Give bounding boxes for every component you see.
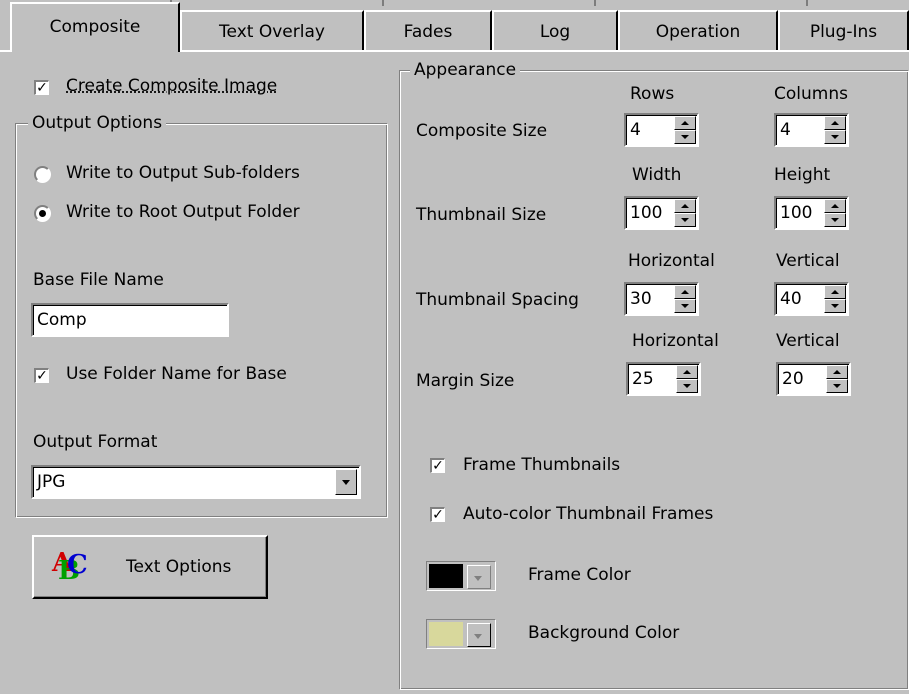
spacing-horizontal-stepper[interactable]: 30 bbox=[624, 282, 699, 316]
spacing-vertical-up-icon[interactable] bbox=[824, 285, 846, 299]
thumbnail-size-label: Thumbnail Size bbox=[416, 205, 547, 225]
create-composite-label[interactable]: Create Composite Image bbox=[66, 76, 277, 96]
margin-horizontal-header: Horizontal bbox=[632, 331, 719, 351]
tab-plug-ins[interactable]: Plug-Ins bbox=[778, 10, 909, 50]
columns-spin-buttons bbox=[824, 116, 846, 144]
background-color-swatch bbox=[429, 622, 463, 646]
frame-color-label: Frame Color bbox=[528, 565, 631, 585]
output-options-title: Output Options bbox=[28, 113, 167, 133]
rows-header: Rows bbox=[630, 84, 675, 104]
output-format-label: Output Format bbox=[33, 432, 158, 452]
width-down-icon[interactable] bbox=[674, 213, 696, 227]
height-header: Height bbox=[774, 165, 831, 185]
create-composite-checkbox[interactable]: ✓ bbox=[34, 80, 49, 95]
frame-thumbnails-label[interactable]: Frame Thumbnails bbox=[463, 455, 620, 475]
chevron-down-icon[interactable] bbox=[467, 565, 491, 589]
spacing-vertical-down-icon[interactable] bbox=[824, 299, 846, 313]
spacing-horizontal-header: Horizontal bbox=[628, 251, 715, 271]
margin-size-label: Margin Size bbox=[416, 371, 515, 391]
margin-horizontal-up-icon[interactable] bbox=[676, 365, 698, 379]
output-format-select[interactable]: JPG bbox=[31, 465, 361, 499]
margin-vertical-header: Vertical bbox=[776, 331, 840, 351]
tab-operation[interactable]: Operation bbox=[618, 10, 778, 50]
columns-stepper[interactable]: 4 bbox=[774, 113, 849, 147]
columns-down-icon[interactable] bbox=[824, 130, 846, 144]
appearance-title: Appearance bbox=[410, 60, 521, 80]
height-down-icon[interactable] bbox=[824, 213, 846, 227]
auto-color-frames-label[interactable]: Auto-color Thumbnail Frames bbox=[463, 504, 713, 524]
width-spin-buttons bbox=[674, 199, 696, 227]
columns-up-icon[interactable] bbox=[824, 116, 846, 130]
rows-stepper[interactable]: 4 bbox=[624, 113, 699, 147]
base-file-name-label: Base File Name bbox=[33, 270, 164, 290]
width-header: Width bbox=[632, 165, 682, 185]
rows-spin-buttons bbox=[674, 116, 696, 144]
text-options-label: Text Options bbox=[126, 557, 232, 577]
spacing-horizontal-up-icon[interactable] bbox=[674, 285, 696, 299]
margin-vertical-spin-buttons bbox=[826, 365, 848, 393]
radio-output-subfolders-label[interactable]: Write to Output Sub-folders bbox=[66, 163, 300, 183]
margin-vertical-up-icon[interactable] bbox=[826, 365, 848, 379]
use-folder-name-checkbox[interactable]: ✓ bbox=[34, 368, 49, 383]
background-color-picker[interactable] bbox=[426, 619, 496, 649]
margin-horizontal-spin-buttons bbox=[676, 365, 698, 393]
thumbnail-spacing-label: Thumbnail Spacing bbox=[416, 290, 579, 310]
spacing-vertical-stepper[interactable]: 40 bbox=[774, 282, 849, 316]
height-stepper[interactable]: 100 bbox=[774, 196, 849, 230]
frame-color-picker[interactable] bbox=[426, 561, 496, 591]
radio-root-output-folder[interactable] bbox=[34, 205, 51, 222]
tab-composite[interactable]: Composite bbox=[10, 2, 180, 52]
rows-down-icon[interactable] bbox=[674, 130, 696, 144]
frame-thumbnails-checkbox[interactable]: ✓ bbox=[430, 458, 445, 473]
spacing-vertical-spin-buttons bbox=[824, 285, 846, 313]
chevron-down-icon[interactable] bbox=[467, 623, 491, 647]
text-options-button[interactable]: A B C Text Options bbox=[32, 535, 268, 599]
margin-horizontal-down-icon[interactable] bbox=[676, 379, 698, 393]
output-format-value: JPG bbox=[37, 472, 66, 492]
auto-color-frames-checkbox[interactable]: ✓ bbox=[430, 507, 445, 522]
use-folder-name-label[interactable]: Use Folder Name for Base bbox=[66, 364, 287, 384]
columns-header: Columns bbox=[774, 84, 848, 104]
radio-root-output-folder-label[interactable]: Write to Root Output Folder bbox=[66, 202, 300, 222]
tab-log[interactable]: Log bbox=[492, 10, 618, 50]
tab-strip: Composite Text Overlay Fades Log Operati… bbox=[0, 0, 909, 52]
spacing-horizontal-spin-buttons bbox=[674, 285, 696, 313]
frame-color-swatch bbox=[429, 564, 463, 588]
width-stepper[interactable]: 100 bbox=[624, 196, 699, 230]
radio-output-subfolders[interactable] bbox=[34, 166, 51, 183]
margin-vertical-stepper[interactable]: 20 bbox=[776, 362, 851, 396]
abc-text-icon: A B C bbox=[52, 548, 88, 586]
tab-fades[interactable]: Fades bbox=[364, 10, 492, 50]
spacing-horizontal-down-icon[interactable] bbox=[674, 299, 696, 313]
height-spin-buttons bbox=[824, 199, 846, 227]
spacing-vertical-header: Vertical bbox=[776, 251, 840, 271]
base-file-name-input[interactable]: Comp bbox=[31, 303, 229, 337]
composite-size-label: Composite Size bbox=[416, 121, 548, 141]
rows-up-icon[interactable] bbox=[674, 116, 696, 130]
height-up-icon[interactable] bbox=[824, 199, 846, 213]
tab-text-overlay[interactable]: Text Overlay bbox=[180, 10, 364, 50]
chevron-down-icon[interactable] bbox=[335, 469, 357, 495]
margin-horizontal-stepper[interactable]: 25 bbox=[626, 362, 701, 396]
width-up-icon[interactable] bbox=[674, 199, 696, 213]
margin-vertical-down-icon[interactable] bbox=[826, 379, 848, 393]
background-color-label: Background Color bbox=[528, 623, 680, 643]
